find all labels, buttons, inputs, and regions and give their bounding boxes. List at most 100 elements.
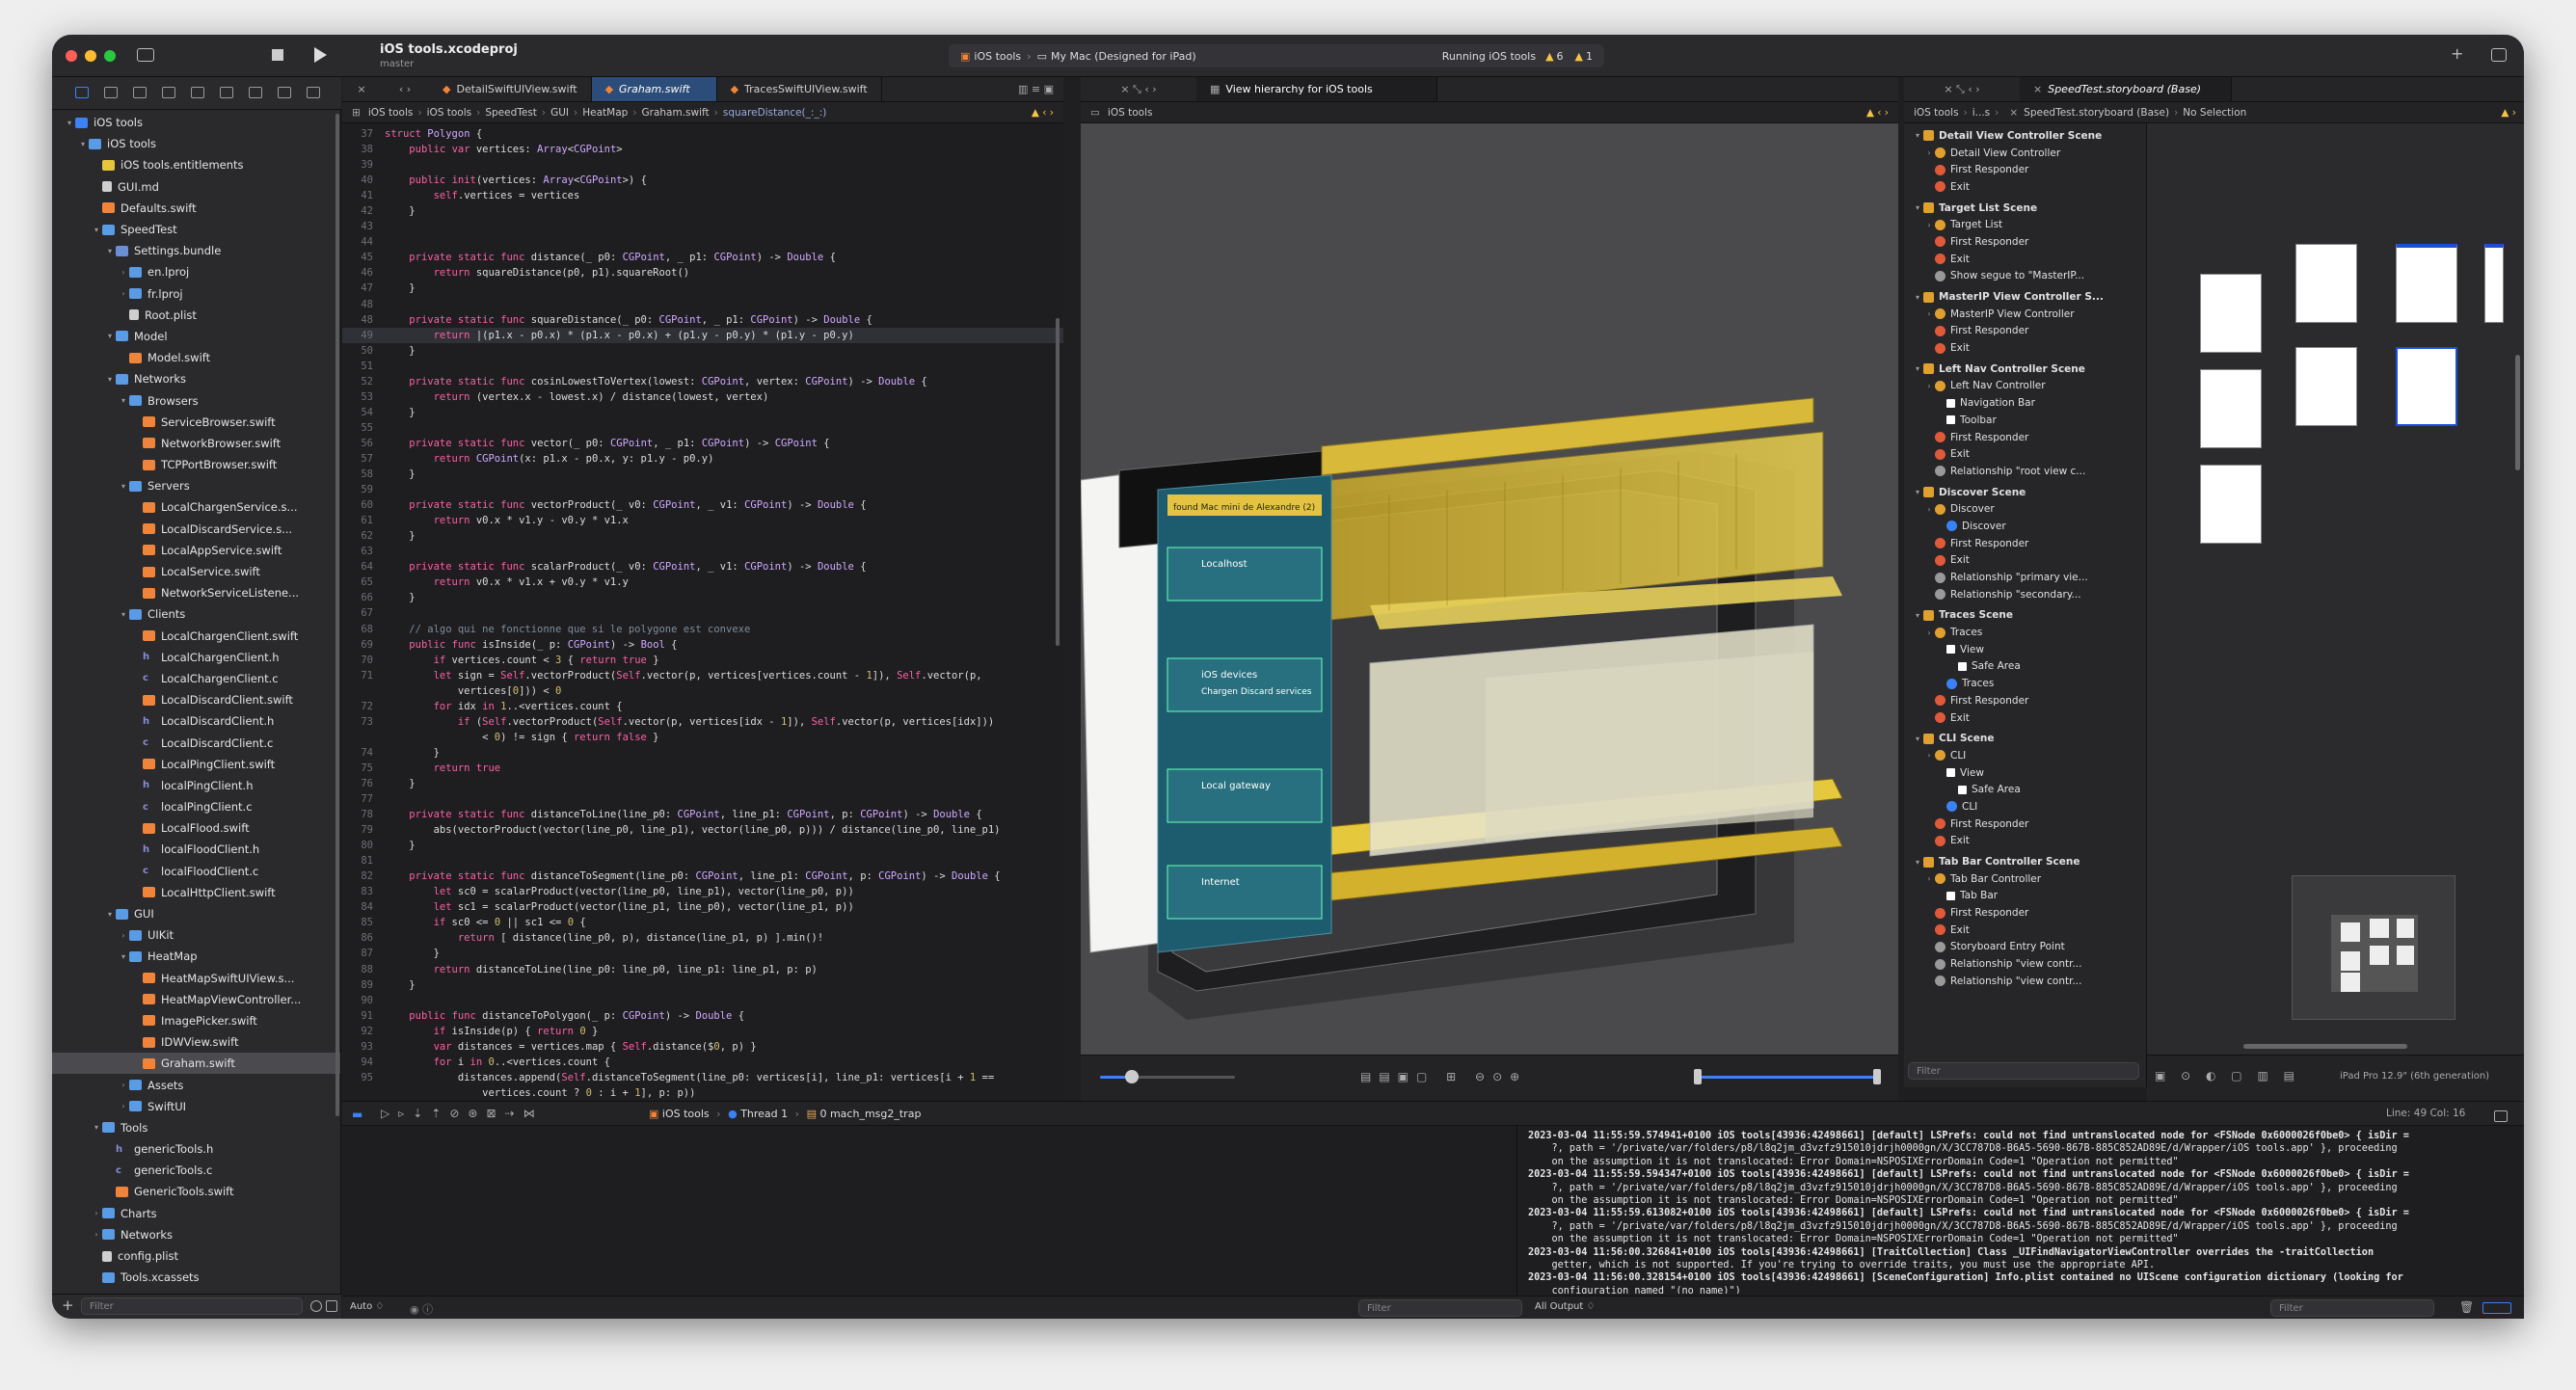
source-control-filter-icon[interactable] (326, 1300, 337, 1312)
code-line[interactable]: 48 (342, 297, 1063, 312)
navigator-row[interactable]: ▾ Clients (52, 603, 340, 625)
symbol-icon[interactable] (133, 87, 147, 98)
chevron-down-icon[interactable]: ▾ (1912, 364, 1923, 373)
code-line[interactable]: 56 private static func vector(_ p0: CGPo… (342, 436, 1063, 451)
code-line[interactable]: 89 } (342, 977, 1063, 993)
outline-row[interactable]: CLI (1912, 798, 2146, 815)
navigator-row[interactable]: ▾ GUI (52, 903, 340, 924)
navigator-row[interactable]: › Networks (52, 1224, 340, 1245)
code-line[interactable]: 85 if sc0 <= 0 || sc1 <= 0 { (342, 915, 1063, 930)
code-line[interactable]: 95 distances.append(Self.distanceToSegme… (342, 1070, 1063, 1085)
variables-scope-select[interactable]: Auto ♢ (350, 1301, 384, 1312)
outline-row[interactable]: Navigation Bar (1912, 394, 2146, 412)
source-code[interactable]: 37 struct Polygon {38 public var vertices… (342, 123, 1063, 1101)
chevron-right-icon[interactable]: › (118, 1081, 129, 1089)
code-line[interactable]: 49 return |(p1.x - p0.x) * (p1.x - p0.x)… (342, 327, 1063, 343)
jump-item[interactable]: SpeedTest.storyboard (Base) (2024, 107, 2169, 119)
navigator-row[interactable]: LocalDiscardClient.swift (52, 689, 340, 710)
navigator-row[interactable]: › en.lproj (52, 261, 340, 282)
view-hierarchy-canvas[interactable]: found Mac mini de Alexandre (2) Localhos… (1080, 123, 1898, 1055)
debug-icon[interactable] (249, 87, 262, 98)
chevron-down-icon[interactable]: ▾ (1912, 858, 1923, 867)
chevron-down-icon[interactable]: ▾ (1912, 131, 1923, 140)
split-view-icon[interactable] (2482, 1302, 2511, 1314)
outline-row[interactable]: Exit (1912, 178, 2146, 196)
code-line[interactable]: 39 (342, 157, 1063, 173)
warning-icon[interactable]: ▲ ‹ › (1032, 107, 1054, 119)
outline-row[interactable]: Storyboard Entry Point (1912, 939, 2146, 956)
code-line[interactable]: 72 for idx in 1..<vertices.count { (342, 699, 1063, 714)
code-line[interactable]: 52 private static func cosinLowestToVert… (342, 374, 1063, 389)
scene-thumbnail[interactable] (2396, 347, 2457, 426)
quicklook-icon[interactable]: ◉ ⓘ (410, 1301, 433, 1317)
navigator-row[interactable]: ▾ Browsers (52, 389, 340, 411)
navigator-row[interactable]: h LocalDiscardClient.h (52, 710, 340, 732)
code-line[interactable]: 79 abs(vectorProduct(vector(line_p0, lin… (342, 822, 1063, 838)
tab-view-hierarchy[interactable]: ▦ View hierarchy for iOS tools (1196, 77, 1437, 101)
navigator-row[interactable]: › Charts (52, 1203, 340, 1224)
code-line[interactable]: 78 private static func distanceToLine(li… (342, 807, 1063, 822)
code-line[interactable]: 65 return v0.x * v1.x + v0.y * v1.y (342, 575, 1063, 590)
range-slider-right-handle[interactable] (1873, 1069, 1881, 1084)
tab-detailswiftuiview[interactable]: ◆ DetailSwiftUIView.swift (429, 77, 592, 101)
navigator-row[interactable]: ▾ Model (52, 326, 340, 347)
inspector-toggle-icon[interactable] (2491, 48, 2507, 62)
code-line[interactable]: 61 return v0.x * v1.y - v0.y * v1.x (342, 513, 1063, 528)
navigator-row[interactable]: c LocalDiscardClient.c (52, 732, 340, 753)
outline-row[interactable]: First Responder (1912, 429, 2146, 446)
outline-row[interactable]: › Tab Bar Controller (1912, 870, 2146, 888)
outline-row[interactable]: › MasterIP View Controller (1912, 306, 2146, 323)
outline-row[interactable]: Exit (1912, 445, 2146, 463)
storyboard-minimap[interactable] (2292, 875, 2455, 1020)
scene-thumbnail[interactable] (2295, 347, 2357, 426)
navigator-row[interactable]: › Assets (52, 1074, 340, 1095)
code-line[interactable]: 40 public init(vertices: Array<CGPoint>)… (342, 173, 1063, 188)
code-line[interactable]: 67 (342, 605, 1063, 621)
scene-thumbnail[interactable] (2200, 274, 2262, 353)
code-line[interactable]: 69 public func isInside(_ p: CGPoint) ->… (342, 637, 1063, 653)
breakpoint-icon[interactable] (278, 87, 291, 98)
warning-icon[interactable]: ▲ › (2501, 107, 2516, 119)
code-line[interactable]: 75 return true (342, 761, 1063, 776)
chevron-down-icon[interactable]: ▾ (1912, 735, 1923, 743)
outline-row[interactable]: First Responder (1912, 692, 2146, 709)
navigator-row[interactable]: h localFloodClient.h (52, 839, 340, 860)
navigator-row[interactable]: IDWView.swift (52, 1031, 340, 1053)
code-line[interactable]: 53 return (vertex.x - lowest.x) / distan… (342, 389, 1063, 405)
code-line[interactable]: 55 (342, 420, 1063, 436)
outline-row[interactable]: Exit (1912, 339, 2146, 357)
code-line[interactable]: 66 } (342, 590, 1063, 605)
navigator-row[interactable]: Graham.swift (52, 1053, 340, 1075)
scene-thumbnail[interactable] (2396, 244, 2457, 323)
tab-graham[interactable]: ◆ Graham.swift (591, 77, 717, 101)
navigator-row[interactable]: Root.plist (52, 305, 340, 326)
code-line[interactable]: 73 if (Self.vectorProduct(Self.vector(p,… (342, 714, 1063, 730)
navigator-row[interactable]: LocalDiscardService.s... (52, 519, 340, 540)
code-line[interactable]: 64 private static func scalarProduct(_ v… (342, 559, 1063, 575)
code-line[interactable]: 76 } (342, 776, 1063, 791)
jump-item[interactable]: SpeedTest (485, 107, 537, 119)
navigator-row[interactable]: › SwiftUI (52, 1096, 340, 1117)
outline-row[interactable]: ▾ Tab Bar Controller Scene (1912, 853, 2146, 870)
chevron-down-icon[interactable]: ▾ (91, 1123, 102, 1132)
chevron-down-icon[interactable]: ▾ (91, 226, 102, 234)
sidebar-toggle-icon[interactable] (137, 48, 154, 62)
scene-thumbnail[interactable] (2200, 369, 2262, 448)
navigator-row[interactable]: LocalChargenClient.swift (52, 626, 340, 647)
warning-icon[interactable]: ▲ (1545, 50, 1553, 63)
run-icon[interactable] (314, 47, 327, 63)
debug-location[interactable]: ▣ iOS tools › ● Thread 1 › ▤ 0 mach_msg2… (649, 1108, 921, 1120)
outline-row[interactable]: Exit (1912, 251, 2146, 268)
scene-thumbnail[interactable] (2484, 244, 2504, 323)
outline-row[interactable]: Show segue to "MasterIP... (1912, 268, 2146, 285)
code-line[interactable]: 88 return distanceToLine(line_p0: line_p… (342, 962, 1063, 977)
code-line[interactable]: 48 private static func squareDistance(_ … (342, 312, 1063, 328)
navigator-row[interactable]: ▾ iOS tools (52, 112, 340, 133)
destination-name[interactable]: My Mac (Designed for iPad) (1051, 50, 1196, 63)
activity-view[interactable]: ▣ iOS tools › ▭ My Mac (Designed for iPa… (949, 44, 1604, 67)
code-line[interactable]: 81 (342, 853, 1063, 869)
scene-thumbnail[interactable] (2200, 465, 2262, 544)
chevron-down-icon[interactable]: ▾ (1912, 203, 1923, 212)
add-icon[interactable]: + (2451, 44, 2463, 63)
outline-row[interactable]: Relationship "primary vie... (1912, 569, 2146, 586)
